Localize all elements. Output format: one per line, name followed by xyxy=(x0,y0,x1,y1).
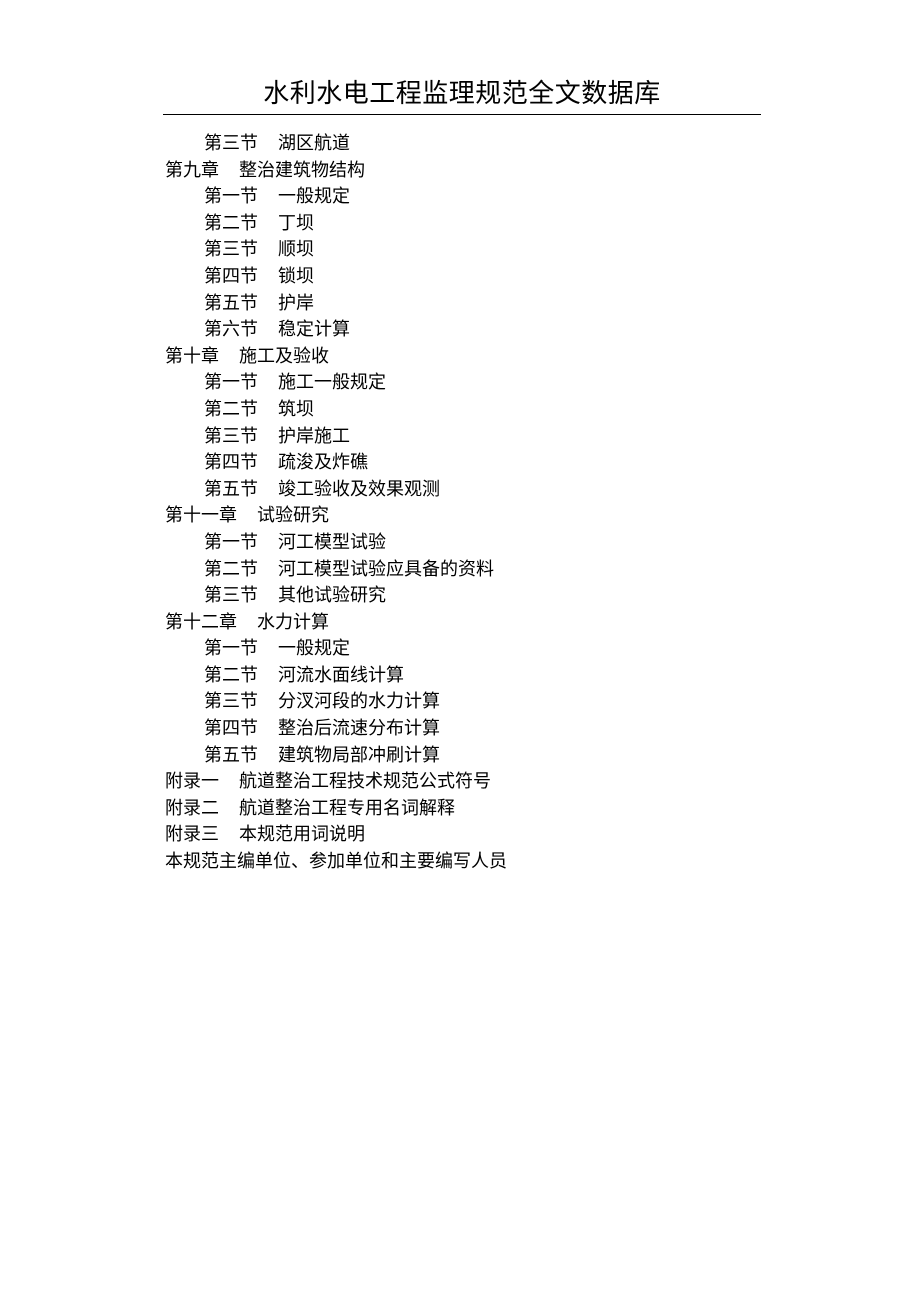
toc-chapter-entry: 第十二章 水力计算 xyxy=(165,610,765,637)
toc-entry-label: 第四节 xyxy=(204,265,258,287)
toc-entry-label: 第二节 xyxy=(204,212,258,234)
toc-chapter-entry: 第十一章 试验研究 xyxy=(165,503,765,530)
toc-section-entry: 第五节 竣工验收及效果观测 xyxy=(165,477,765,504)
toc-entry-label: 第四节 xyxy=(204,718,258,740)
toc-section-entry: 第五节 建筑物局部冲刷计算 xyxy=(165,743,765,770)
toc-entry-title: 水力计算 xyxy=(257,611,329,633)
toc-section-entry: 第一节 一般规定 xyxy=(165,636,765,663)
toc-entry-label: 第三节 xyxy=(204,425,258,447)
toc-entry-title: 分汊河段的水力计算 xyxy=(278,691,440,713)
toc-entry-title: 航道整治工程专用名词解释 xyxy=(239,797,455,819)
toc-section-entry: 第三节 分汊河段的水力计算 xyxy=(165,689,765,716)
toc-entry-title: 试验研究 xyxy=(257,505,329,527)
toc-entry-label: 第五节 xyxy=(204,292,258,314)
toc-section-entry: 第三节 其他试验研究 xyxy=(165,583,765,610)
toc-section-entry: 第五节 护岸 xyxy=(165,291,765,318)
toc-entry-title: 施工一般规定 xyxy=(278,372,386,394)
toc-entry-title: 河工模型试验 xyxy=(278,531,386,553)
toc-chapter-entry: 第九章 整治建筑物结构 xyxy=(165,158,765,185)
toc-section-entry: 第三节 湖区航道 xyxy=(165,131,765,158)
toc-entry-label: 第三节 xyxy=(204,691,258,713)
toc-section-entry: 第三节 顺坝 xyxy=(165,237,765,264)
toc-chapter-entry: 附录一 航道整治工程技术规范公式符号 xyxy=(165,769,765,796)
toc-entry-label: 第十一章 xyxy=(165,505,237,527)
toc-entry-label: 第二节 xyxy=(204,398,258,420)
toc-entry-label: 第十二章 xyxy=(165,611,237,633)
toc-entry-label: 第四节 xyxy=(204,452,258,474)
toc-section-entry: 第四节 锁坝 xyxy=(165,264,765,291)
toc-entry-title: 河流水面线计算 xyxy=(278,664,404,686)
toc-entry-title: 稳定计算 xyxy=(278,319,350,341)
toc-chapter-entry: 附录三 本规范用词说明 xyxy=(165,822,765,849)
toc-entry-title: 锁坝 xyxy=(278,265,314,287)
toc-section-entry: 第二节 河工模型试验应具备的资料 xyxy=(165,557,765,584)
toc-entry-label: 第一节 xyxy=(204,186,258,208)
page-header: 水利水电工程监理规范全文数据库 xyxy=(163,76,761,115)
toc-section-entry: 第三节 护岸施工 xyxy=(165,424,765,451)
toc-entry-label: 第六节 xyxy=(204,319,258,341)
toc-section-entry: 第二节 筑坝 xyxy=(165,397,765,424)
toc-entry-label: 第五节 xyxy=(204,478,258,500)
table-of-contents: 第三节 湖区航道 第九章 整治建筑物结构 第一节 一般规定 第二节 丁坝 第三节 顺坝 第四节 锁坝第… xyxy=(165,131,765,876)
toc-entry-label: 附录三 xyxy=(165,824,219,846)
toc-entry-label: 第三节 xyxy=(204,239,258,261)
toc-entry-title: 整治建筑物结构 xyxy=(239,159,365,181)
toc-entry-label: 第三节 xyxy=(204,585,258,607)
toc-entry-label: 附录二 xyxy=(165,797,219,819)
toc-section-entry: 第四节 疏浚及炸礁 xyxy=(165,450,765,477)
toc-entry-title: 整治后流速分布计算 xyxy=(278,718,440,740)
toc-entry-label: 第九章 xyxy=(165,159,219,181)
toc-entry-title: 湖区航道 xyxy=(278,133,350,154)
toc-entry-title: 竣工验收及效果观测 xyxy=(278,478,440,500)
toc-entry-title: 航道整治工程技术规范公式符号 xyxy=(239,771,491,793)
document-title: 水利水电工程监理规范全文数据库 xyxy=(263,79,661,109)
toc-entry-title: 顺坝 xyxy=(278,239,314,261)
toc-entry-title: 疏浚及炸礁 xyxy=(278,452,368,474)
toc-entry-title: 丁坝 xyxy=(278,212,314,234)
toc-chapter-entry: 本规范主编单位、参加单位和主要编写人员 xyxy=(165,849,765,876)
toc-entry-label: 第一节 xyxy=(204,531,258,553)
toc-entry-title: 护岸 xyxy=(278,292,314,314)
toc-entry-label: 第十章 xyxy=(165,345,219,367)
toc-entry-title: 河工模型试验应具备的资料 xyxy=(278,558,494,580)
toc-entry-title: 本规范主编单位、参加单位和主要编写人员 xyxy=(165,851,507,873)
toc-entry-title: 一般规定 xyxy=(278,186,350,208)
toc-entry-label: 第二节 xyxy=(204,558,258,580)
toc-chapter-entry: 第十章 施工及验收 xyxy=(165,344,765,371)
toc-entry-label: 第五节 xyxy=(204,744,258,766)
toc-entry-title: 建筑物局部冲刷计算 xyxy=(278,744,440,766)
toc-entry-label: 附录一 xyxy=(165,771,219,793)
toc-section-entry: 第一节 施工一般规定 xyxy=(165,370,765,397)
toc-entry-title: 筑坝 xyxy=(278,398,314,420)
toc-entry-title: 施工及验收 xyxy=(239,345,329,367)
toc-entry-label: 第一节 xyxy=(204,372,258,394)
toc-entry-title: 本规范用词说明 xyxy=(239,824,365,846)
toc-chapter-entry: 附录二 航道整治工程专用名词解释 xyxy=(165,796,765,823)
toc-section-entry: 第一节 一般规定 xyxy=(165,184,765,211)
toc-section-entry: 第一节 河工模型试验 xyxy=(165,530,765,557)
toc-entry-title: 其他试验研究 xyxy=(278,585,386,607)
toc-section-entry: 第四节 整治后流速分布计算 xyxy=(165,716,765,743)
toc-entry-label: 第二节 xyxy=(204,664,258,686)
toc-section-entry: 第二节 丁坝 xyxy=(165,211,765,238)
toc-entry-title: 护岸施工 xyxy=(278,425,350,447)
toc-entry-label: 第三节 xyxy=(204,133,258,154)
toc-section-entry: 第二节 河流水面线计算 xyxy=(165,663,765,690)
toc-entry-label: 第一节 xyxy=(204,638,258,660)
toc-section-entry: 第六节 稳定计算 xyxy=(165,317,765,344)
toc-entry-title: 一般规定 xyxy=(278,638,350,660)
